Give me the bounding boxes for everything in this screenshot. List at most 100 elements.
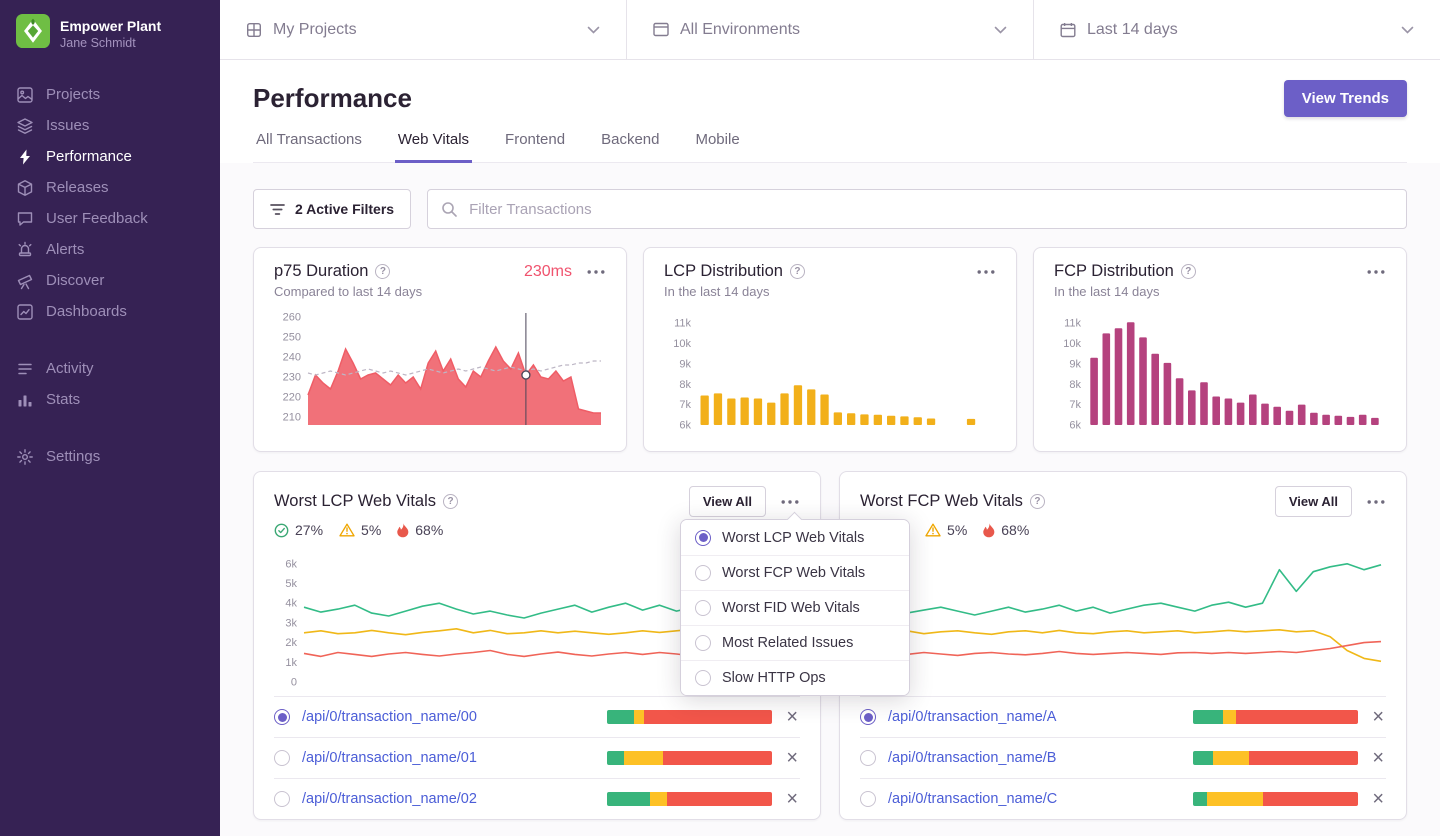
filter-icon — [270, 203, 285, 216]
my-projects-selector[interactable]: My Projects — [220, 0, 626, 59]
sidebar-item-user-feedback[interactable]: User Feedback — [0, 203, 220, 234]
menu-item-worst-fcp-web-vitals[interactable]: Worst FCP Web Vitals — [681, 555, 909, 590]
transaction-link[interactable]: /api/0/transaction_name/C — [888, 791, 1057, 807]
card-subtitle: Compared to last 14 days — [274, 284, 423, 299]
view-trends-button[interactable]: View Trends — [1283, 80, 1407, 117]
vitals-distribution-bar — [607, 710, 773, 724]
vital-stat-value: 68% — [1001, 522, 1030, 538]
card-subtitle: In the last 14 days — [664, 284, 770, 299]
card-title: FCP Distribution — [1054, 262, 1174, 280]
sidebar-item-issues[interactable]: Issues — [0, 110, 220, 141]
close-icon[interactable]: × — [786, 789, 798, 809]
help-icon[interactable]: ? — [1029, 494, 1045, 509]
radio-button[interactable] — [695, 670, 711, 686]
transaction-row[interactable]: /api/0/transaction_name/00 × — [274, 696, 800, 737]
svg-text:2k: 2k — [285, 637, 297, 649]
menu-item-most-related-issues[interactable]: Most Related Issues — [681, 625, 909, 660]
close-icon[interactable]: × — [786, 748, 798, 768]
sidebar-item-alerts[interactable]: Alerts — [0, 234, 220, 265]
fire-icon — [397, 522, 409, 538]
feedback-icon — [16, 210, 34, 228]
help-icon[interactable]: ? — [375, 264, 391, 279]
sidebar-item-stats[interactable]: Stats — [0, 384, 220, 415]
search-box[interactable] — [427, 189, 1407, 229]
transaction-row[interactable]: /api/0/transaction_name/A × — [860, 696, 1386, 737]
more-options-icon[interactable] — [586, 267, 606, 277]
menu-item-slow-http-ops[interactable]: Slow HTTP Ops — [681, 660, 909, 695]
sidebar-item-discover[interactable]: Discover — [0, 265, 220, 296]
fcp-distribution-card: FCP Distribution ? In the last 14 days 1… — [1033, 247, 1407, 452]
lcp-distribution-chart: 11k 10k 9k 8k 7k 6k — [673, 318, 976, 431]
sidebar-item-settings[interactable]: Settings — [0, 441, 220, 472]
radio-button[interactable] — [860, 709, 876, 725]
sidebar-item-label: Settings — [46, 448, 101, 465]
radio-button[interactable] — [860, 750, 876, 766]
radio-button[interactable] — [695, 635, 711, 651]
tab-mobile[interactable]: Mobile — [692, 131, 742, 163]
lcp-distribution-card: LCP Distribution ? In the last 14 days 1… — [643, 247, 1017, 452]
sidebar-item-label: Performance — [46, 148, 132, 165]
page-header: Performance View Trends All Transactions… — [220, 60, 1440, 163]
svg-text:210: 210 — [283, 412, 301, 424]
transaction-row[interactable]: /api/0/transaction_name/02 × — [274, 778, 800, 819]
vital-stat-value: 5% — [947, 522, 968, 538]
radio-button[interactable] — [695, 529, 711, 546]
transaction-row[interactable]: /api/0/transaction_name/01 × — [274, 737, 800, 778]
sidebar-item-releases[interactable]: Releases — [0, 172, 220, 203]
active-filters-label: 2 Active Filters — [295, 201, 395, 217]
transaction-link[interactable]: /api/0/transaction_name/01 — [302, 750, 477, 766]
radio-button[interactable] — [695, 565, 711, 581]
transaction-link[interactable]: /api/0/transaction_name/00 — [302, 709, 477, 725]
radio-button[interactable] — [274, 709, 290, 725]
sidebar-item-projects[interactable]: Projects — [0, 79, 220, 110]
svg-text:9k: 9k — [679, 358, 691, 370]
close-icon[interactable]: × — [1372, 789, 1384, 809]
sidebar-item-performance[interactable]: Performance — [0, 141, 220, 172]
radio-button[interactable] — [860, 791, 876, 807]
menu-item-worst-lcp-web-vitals[interactable]: Worst LCP Web Vitals — [681, 520, 909, 555]
org-switcher[interactable]: Empower Plant Jane Schmidt — [0, 0, 220, 67]
tab-frontend[interactable]: Frontend — [502, 131, 568, 163]
view-all-button[interactable]: View All — [1274, 486, 1352, 517]
svg-text:11k: 11k — [1064, 318, 1081, 330]
sidebar-item-label: Activity — [46, 360, 94, 377]
menu-item-worst-fid-web-vitals[interactable]: Worst FID Web Vitals — [681, 590, 909, 625]
sidebar-item-dashboards[interactable]: Dashboards — [0, 296, 220, 327]
last-14-days-selector[interactable]: Last 14 days — [1033, 0, 1440, 59]
svg-text:7k: 7k — [679, 399, 691, 411]
vital-stat: 68% — [983, 522, 1029, 538]
transaction-link[interactable]: /api/0/transaction_name/02 — [302, 791, 477, 807]
active-filters-button[interactable]: 2 Active Filters — [253, 189, 412, 229]
radio-button[interactable] — [274, 791, 290, 807]
close-icon[interactable]: × — [786, 707, 798, 727]
transaction-link[interactable]: /api/0/transaction_name/A — [888, 709, 1056, 725]
activity-icon — [16, 360, 34, 378]
filter-transactions-input[interactable] — [467, 199, 1393, 219]
more-options-icon[interactable] — [780, 497, 800, 507]
radio-button[interactable] — [695, 600, 711, 616]
transaction-row[interactable]: /api/0/transaction_name/C × — [860, 778, 1386, 819]
more-options-icon[interactable] — [976, 267, 996, 277]
close-icon[interactable]: × — [1372, 707, 1384, 727]
transaction-link[interactable]: /api/0/transaction_name/B — [888, 750, 1056, 766]
tab-backend[interactable]: Backend — [598, 131, 662, 163]
worst-fcp-web-vitals-card: Worst FCP Web Vitals ? View All 27%5%68%… — [839, 471, 1407, 820]
help-icon[interactable]: ? — [1180, 264, 1196, 279]
more-options-icon[interactable] — [1366, 267, 1386, 277]
close-icon[interactable]: × — [1372, 748, 1384, 768]
svg-text:10k: 10k — [673, 338, 691, 350]
more-options-icon[interactable] — [1366, 497, 1386, 507]
sidebar-item-label: Discover — [46, 272, 105, 289]
all-environments-selector[interactable]: All Environments — [626, 0, 1033, 59]
help-icon[interactable]: ? — [443, 494, 459, 509]
tab-all-transactions[interactable]: All Transactions — [253, 131, 365, 163]
help-icon[interactable]: ? — [789, 264, 805, 279]
view-all-button[interactable]: View All — [688, 486, 766, 517]
vital-stat: 5% — [339, 522, 381, 538]
transaction-row[interactable]: /api/0/transaction_name/B × — [860, 737, 1386, 778]
tab-web-vitals[interactable]: Web Vitals — [394, 131, 473, 163]
vital-stat: 27% — [274, 522, 323, 538]
sidebar-item-activity[interactable]: Activity — [0, 353, 220, 384]
radio-button[interactable] — [274, 750, 290, 766]
card-title: LCP Distribution — [664, 262, 783, 280]
